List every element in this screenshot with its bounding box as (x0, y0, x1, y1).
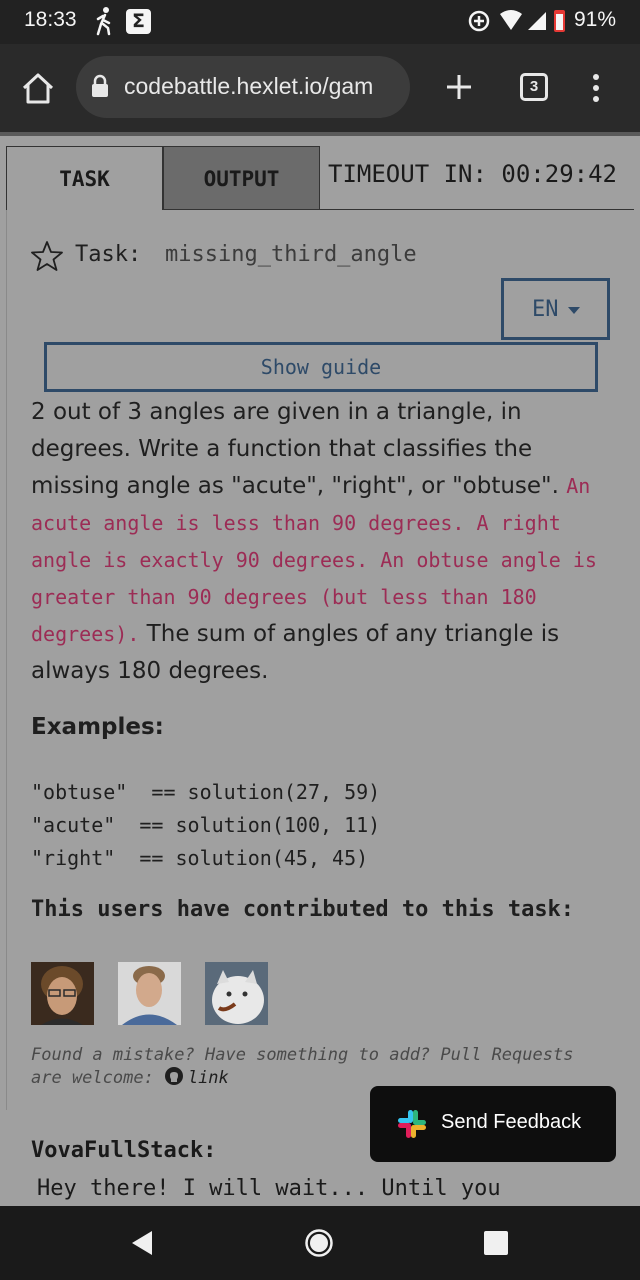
browser-toolbar: codebattle.hexlet.io/gam 3 (0, 44, 640, 132)
found-mistake-text: Found a mistake? Have something to add? … (31, 1045, 574, 1088)
task-description: 2 out of 3 angles are given in a triangl… (31, 394, 617, 690)
task-label: Task: (75, 242, 142, 267)
examples-code: "obtuse" == solution(27, 59) "acute" == s… (31, 776, 380, 875)
status-bar: 18:33 Σ 91% (0, 0, 640, 44)
system-icons (468, 10, 565, 32)
battery-percent: 91% (574, 8, 617, 31)
description-intro: 2 out of 3 angles are given in a triangl… (31, 399, 567, 499)
example-line: "obtuse" == solution(27, 59) (31, 780, 381, 804)
chat-message: Hey there! I will wait... Until you (37, 1176, 501, 1201)
avatar[interactable] (205, 962, 268, 1025)
timeout-timer: TIMEOUT IN: 00:29:42 (328, 160, 617, 188)
status-time: 18:33 (24, 8, 77, 31)
examples-heading: Examples: (31, 714, 164, 740)
more-menu-icon[interactable] (585, 72, 607, 104)
found-mistake-note: Found a mistake? Have something to add? … (31, 1044, 611, 1089)
address-bar[interactable]: codebattle.hexlet.io/gam (76, 56, 410, 118)
home-icon[interactable] (18, 68, 58, 108)
home-nav-icon[interactable] (304, 1228, 334, 1258)
sigma-icon: Σ (126, 9, 151, 34)
task-panel: Task: missing_third_angle EN Show guide … (6, 210, 634, 1110)
avatar[interactable] (31, 962, 94, 1025)
star-icon[interactable] (31, 240, 63, 272)
tab-task[interactable]: TASK (6, 146, 163, 210)
send-feedback-button[interactable]: Send Feedback (370, 1086, 616, 1162)
language-label: EN (532, 297, 559, 322)
system-nav-bar (0, 1206, 640, 1280)
github-link[interactable]: link (188, 1068, 229, 1088)
tab-output[interactable]: OUTPUT (163, 146, 320, 210)
avatar[interactable] (118, 962, 181, 1025)
url-text: codebattle.hexlet.io/gam (124, 73, 374, 99)
slack-icon (398, 1110, 426, 1138)
walk-icon (96, 7, 111, 36)
example-line: "acute" == solution(100, 11) (31, 813, 381, 837)
language-select[interactable]: EN (501, 278, 610, 340)
send-feedback-label: Send Feedback (441, 1111, 582, 1133)
tab-switcher-icon[interactable]: 3 (520, 73, 548, 101)
lock-icon (92, 74, 108, 97)
task-name: missing_third_angle (165, 242, 417, 267)
chevron-down-icon (568, 307, 580, 314)
back-icon[interactable] (130, 1230, 154, 1256)
new-tab-icon[interactable] (444, 72, 474, 102)
github-icon (164, 1067, 183, 1085)
contributors-heading: This users have contributed to this task… (31, 897, 575, 922)
recents-icon[interactable] (484, 1231, 508, 1255)
show-guide-button[interactable]: Show guide (44, 342, 598, 392)
example-line: "right" == solution(45, 45) (31, 846, 369, 870)
tab-row: TASK OUTPUT TIMEOUT IN: 00:29:42 (6, 146, 634, 210)
chat-username: VovaFullStack: (31, 1138, 217, 1163)
page-content: TASK OUTPUT TIMEOUT IN: 00:29:42 Task: m… (0, 136, 640, 1206)
